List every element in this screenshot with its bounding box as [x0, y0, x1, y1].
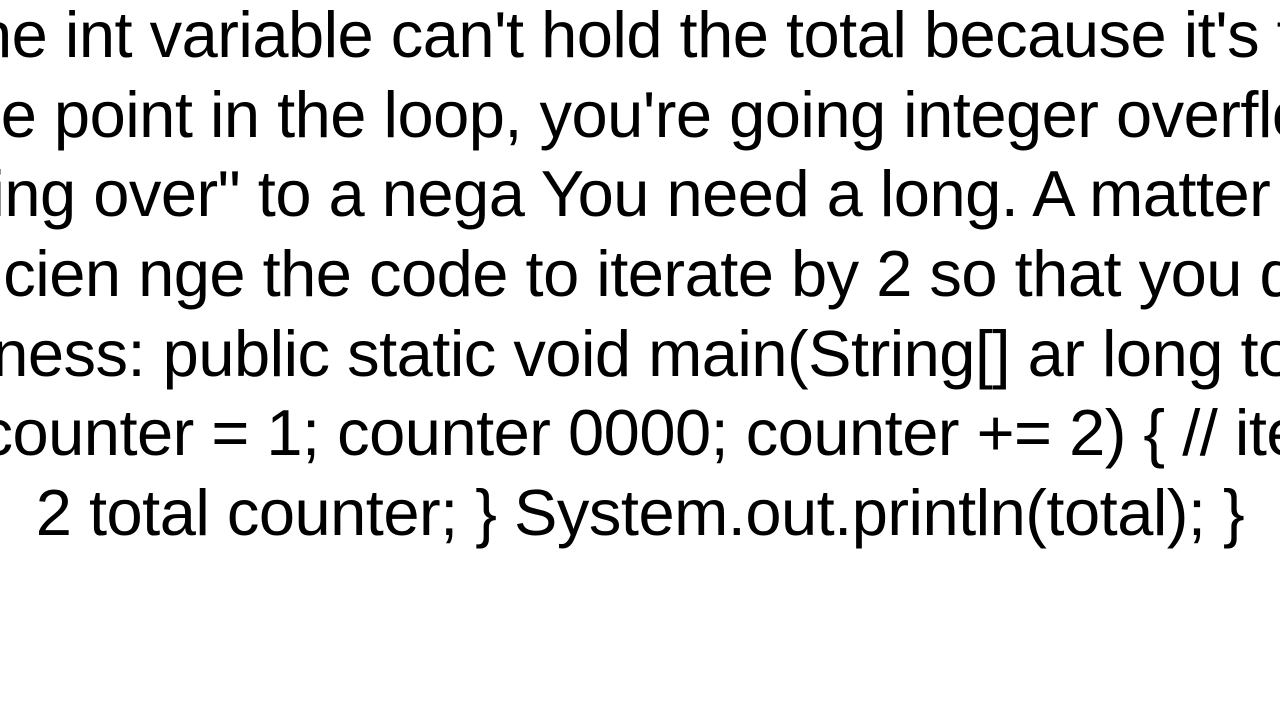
document-text-block: +12: The int variable can't hold the tot…: [0, 0, 1280, 552]
